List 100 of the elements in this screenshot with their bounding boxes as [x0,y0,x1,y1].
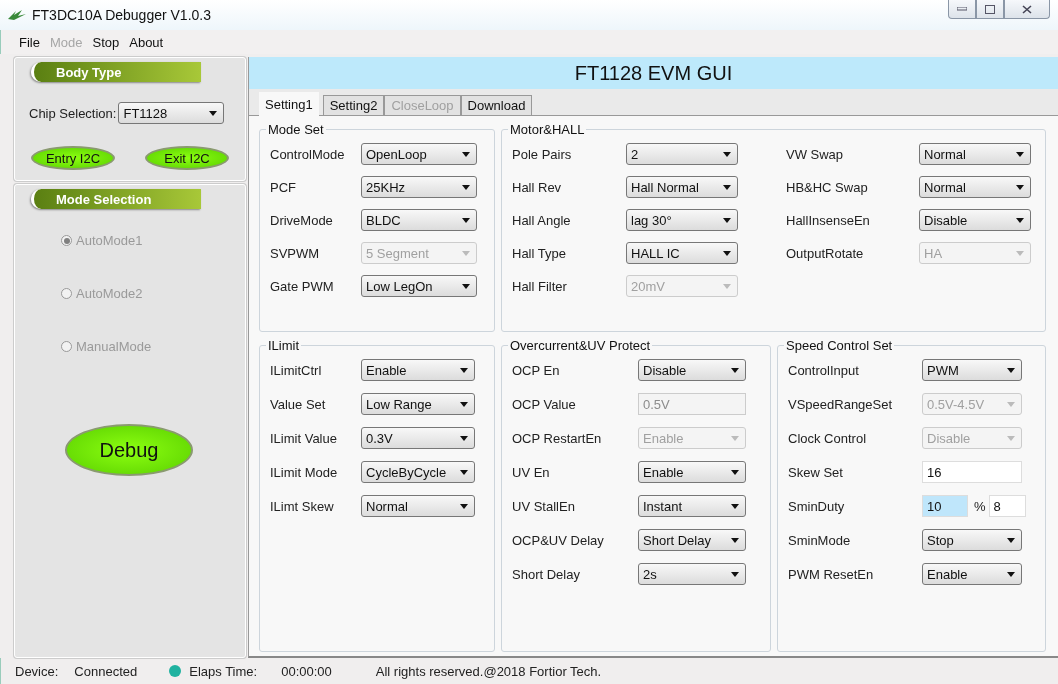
menu-item[interactable]: File [19,34,40,50]
dropdown[interactable]: Hall Normal [626,176,738,198]
setting-label: SVPWM [270,245,321,261]
dropdown-arrow-icon [462,250,470,256]
setting-label: OCP En [512,362,561,378]
device-status: Connected [74,663,138,679]
group-title: Mode Set [267,122,325,137]
dropdown[interactable]: PWM [922,359,1022,381]
dropdown[interactable]: OpenLoop [361,143,477,165]
minimize-button[interactable] [948,0,976,19]
close-icon [1022,4,1032,14]
setting-label: Value Set [270,396,327,412]
close-button[interactable] [1004,0,1050,19]
group-title: Overcurrent&UV Protect [509,338,652,353]
dropdown-arrow-icon [460,435,468,441]
dropdown[interactable]: Normal [361,495,475,517]
dropdown-arrow-icon [462,283,470,289]
setting-label: ILimit Value [270,430,338,446]
dropdown[interactable]: Enable [361,359,475,381]
dropdown-arrow-icon [1007,367,1015,373]
dropdown[interactable]: Normal [919,176,1031,198]
tab[interactable]: Setting2 [322,95,385,115]
dropdown[interactable]: Stop [922,529,1022,551]
setting-label: ILimit Mode [270,464,339,480]
menu-item[interactable]: Stop [92,34,120,50]
dropdown[interactable]: HALL IC [626,242,738,264]
dropdown-arrow-icon [723,151,731,157]
dropdown[interactable]: Low Range [361,393,475,415]
dropdown-arrow-icon [731,367,739,373]
app-logo-icon [8,9,26,21]
chip-selection-label: Chip Selection: [29,105,117,121]
dropdown[interactable]: Short Delay [638,529,746,551]
header-banner: FT1128 EVM GUI [249,57,1058,89]
dropdown-arrow-icon [731,469,739,475]
input-field[interactable]: 10 [922,495,968,517]
setting-label: Short Delay [512,566,581,582]
input-field[interactable]: 8 [988,495,1026,517]
dropdown[interactable]: Enable [922,563,1022,585]
unit-label: % [974,498,986,514]
setting-label: PCF [270,179,297,195]
radio-label: AutoMode1 [76,233,143,248]
dropdown-arrow-icon [462,217,470,223]
dropdown-arrow-icon [1016,250,1024,256]
setting-label: OCP Value [512,396,577,412]
setting-label: VSpeedRangeSet [788,396,894,412]
elapsed-time: 00:00:00 [281,663,332,679]
tab[interactable]: Setting1 [259,92,319,116]
dropdown-arrow-icon [723,217,731,223]
dropdown[interactable]: Enable [638,461,746,483]
setting-label: HB&HC Swap [786,179,869,195]
setting-label: SminMode [788,532,852,548]
setting-label: PWM ResetEn [788,566,875,582]
elapsed-time-label: Elaps Time: [189,663,258,679]
maximize-icon [985,4,995,14]
dropdown-arrow-icon [1007,537,1015,543]
menu-item[interactable]: About [129,34,164,50]
dropdown-arrow-icon [460,469,468,475]
dropdown-arrow-icon [1016,217,1024,223]
setting-label: ILimt Skew [270,498,335,514]
dropdown[interactable]: BLDC [361,209,477,231]
dropdown[interactable]: 2s [638,563,746,585]
radio-label: ManualMode [76,339,152,354]
setting-label: Skew Set [788,464,844,480]
tab[interactable]: Download [460,95,533,115]
dropdown-arrow-icon [731,503,739,509]
group-title: Motor&HALL [509,122,586,137]
dropdown[interactable]: Disable [919,209,1031,231]
setting-label: ILimitCtrl [270,362,323,378]
dropdown-arrow-icon [1007,571,1015,577]
dropdown[interactable]: lag 30° [626,209,738,231]
dropdown[interactable]: 0.3V [361,427,475,449]
dropdown-arrow-icon [731,537,739,543]
dropdown[interactable]: 25KHz [361,176,477,198]
dropdown[interactable]: Normal [919,143,1031,165]
dropdown-arrow-icon [209,110,218,116]
debug-button[interactable]: Debug [65,424,193,476]
i2c-button[interactable]: Entry I2C [31,146,115,170]
i2c-button[interactable]: Exit I2C [145,146,229,170]
dropdown-arrow-icon [731,435,739,441]
setting-label: Gate PWM [270,278,335,294]
dropdown-arrow-icon [462,184,470,190]
maximize-button[interactable] [976,0,1004,19]
dropdown-arrow-icon [1016,184,1024,190]
dropdown-arrow-icon [460,401,468,407]
dropdown-arrow-icon [1007,435,1015,441]
section-header: Mode Selection [31,189,201,209]
setting-label: UV StallEn [512,498,576,514]
dropdown-arrow-icon [723,250,731,256]
input-field[interactable]: 16 [922,461,1022,483]
dropdown[interactable]: CycleByCycle [361,461,475,483]
dropdown-arrow-icon [723,184,731,190]
dropdown[interactable]: Low LegOn [361,275,477,297]
chip-dropdown[interactable]: FT1128 [118,102,225,124]
dropdown-arrow-icon [460,367,468,373]
setting-label: Pole Pairs [512,146,573,162]
dropdown[interactable]: Disable [638,359,746,381]
dropdown[interactable]: Instant [638,495,746,517]
setting-label: OutputRotate [786,245,865,261]
dropdown-arrow-icon [1016,151,1024,157]
dropdown[interactable]: 2 [626,143,738,165]
